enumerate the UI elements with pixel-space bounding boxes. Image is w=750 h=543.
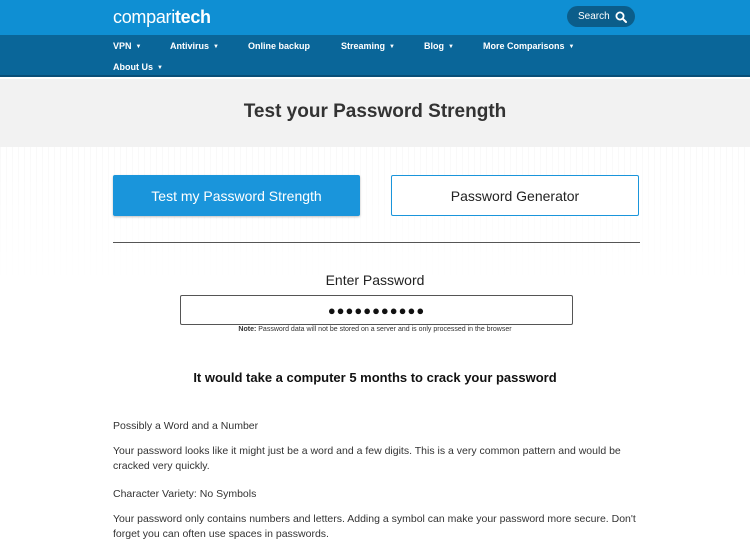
- note-text: Password data will not be stored on a se…: [256, 326, 512, 333]
- search-icon: [615, 11, 627, 23]
- nav-label: VPN: [113, 41, 132, 51]
- tab-password-generator[interactable]: Password Generator: [391, 175, 639, 216]
- note-prefix: Note:: [238, 326, 257, 333]
- chevron-down-icon: ▼: [448, 44, 454, 50]
- search-button[interactable]: Search: [567, 6, 635, 27]
- page-title: Test your Password Strength: [243, 101, 507, 122]
- nav-item-more-comparisons[interactable]: More Comparisons ▼: [483, 41, 574, 51]
- tab-test-password-strength[interactable]: Test my Password Strength: [113, 175, 360, 216]
- nav-item-online-backup[interactable]: Online backup: [248, 41, 310, 51]
- nav-item-antivirus[interactable]: Antivirus ▼: [170, 41, 219, 51]
- privacy-note: Note: Password data will not be stored o…: [0, 326, 750, 333]
- chevron-down-icon: ▼: [157, 65, 163, 71]
- search-button-label: Search: [578, 11, 610, 22]
- main-nav: VPN ▼ Antivirus ▼ Online backup Streaming ▼…: [0, 35, 750, 77]
- section-divider: [113, 242, 640, 243]
- nav-item-blog[interactable]: Blog ▼: [424, 41, 454, 51]
- nav-label: Streaming: [341, 41, 386, 51]
- feedback-heading: Character Variety: No Symbols: [113, 488, 257, 500]
- chevron-down-icon: ▼: [213, 44, 219, 50]
- top-header: comparitech Search: [0, 0, 750, 35]
- nav-label: Blog: [424, 41, 444, 51]
- background-pattern: [0, 147, 750, 287]
- hero-banner: Test your Password Strength: [0, 79, 750, 147]
- logo-text-bold: tech: [174, 7, 211, 27]
- feedback-body: Your password only contains numbers and …: [113, 513, 636, 540]
- comparitech-logo[interactable]: comparitech: [113, 7, 211, 28]
- chevron-down-icon: ▼: [568, 44, 575, 50]
- password-input[interactable]: [180, 295, 573, 325]
- chevron-down-icon: ▼: [389, 44, 395, 50]
- nav-label: Online backup: [248, 41, 311, 51]
- password-field-label: Enter Password: [325, 272, 425, 288]
- crack-time-result: It would take a computer 5 months to cra…: [193, 370, 557, 385]
- feedback-body: Your password looks like it might just b…: [113, 445, 621, 472]
- chevron-down-icon: ▼: [135, 44, 142, 50]
- feedback-heading: Possibly a Word and a Number: [113, 420, 259, 432]
- nav-label: More Comparisons: [483, 41, 565, 51]
- nav-item-vpn[interactable]: VPN ▼: [113, 41, 141, 51]
- nav-item-about-us[interactable]: About Us ▼: [113, 62, 163, 72]
- nav-label: Antivirus: [170, 41, 210, 51]
- logo-text-regular: compari: [113, 7, 175, 27]
- nav-item-streaming[interactable]: Streaming ▼: [341, 41, 395, 51]
- nav-label: About Us: [113, 62, 153, 72]
